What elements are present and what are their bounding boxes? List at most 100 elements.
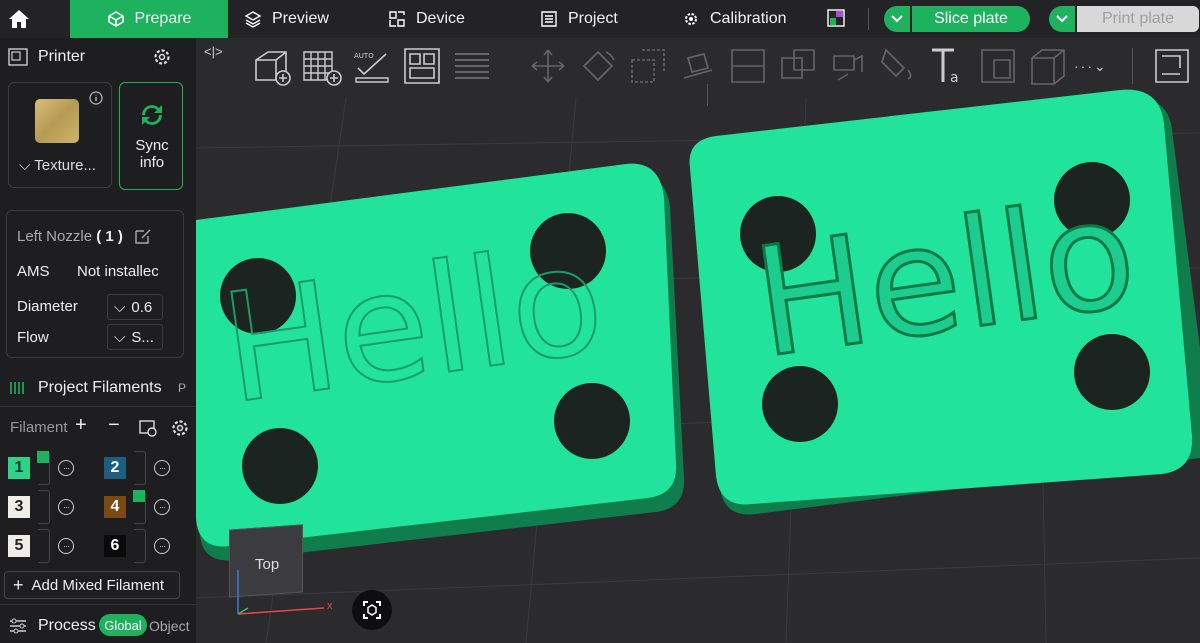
divider: [0, 406, 196, 407]
printer-title: Printer: [38, 48, 86, 65]
filament-swatch-3[interactable]: 3: [8, 496, 30, 518]
tab-label: Project: [568, 10, 618, 27]
divider: [0, 604, 196, 605]
filament-swatch-4[interactable]: 4: [104, 496, 126, 518]
tab-prepare[interactable]: Prepare: [70, 0, 228, 38]
filament-more-icon[interactable]: ···: [154, 538, 170, 554]
info-icon[interactable]: [89, 91, 103, 105]
flow-value: S...: [131, 328, 154, 346]
filament-more-icon[interactable]: ···: [58, 499, 74, 515]
settings-gear-icon[interactable]: [152, 47, 172, 67]
color-paint-icon[interactable]: [878, 46, 918, 86]
filament-icon: [10, 382, 24, 394]
tab-label: Preview: [272, 10, 329, 27]
auto-orient-icon[interactable]: AUTO: [352, 46, 392, 86]
svg-emboss-icon[interactable]: [978, 46, 1018, 86]
add-object-icon[interactable]: [252, 46, 292, 86]
filament-dropdown-5[interactable]: [38, 529, 50, 563]
sync-info-label: Sync info: [135, 137, 169, 171]
print-dropdown-button[interactable]: [1049, 6, 1075, 32]
top-menu-bar: Prepare Preview Device Project Calibrati…: [0, 0, 1200, 38]
scale-icon[interactable]: [628, 46, 668, 86]
chevron-down-icon: ⌵: [19, 157, 35, 174]
filament-dropdown-6[interactable]: [134, 529, 146, 563]
svg-text:a: a: [950, 70, 959, 86]
process-object-toggle[interactable]: Object: [149, 618, 189, 634]
slice-dropdown-button[interactable]: [884, 6, 910, 32]
tab-calibration[interactable]: Calibration: [664, 0, 804, 38]
filament-more-icon[interactable]: ···: [58, 538, 74, 554]
filament-swatch-6[interactable]: 6: [104, 535, 126, 557]
tab-label: Calibration: [710, 10, 787, 27]
filament-swatch-1[interactable]: 1: [8, 457, 30, 479]
camera-view-button[interactable]: [352, 590, 392, 630]
camera-icon: [363, 601, 381, 619]
chevron-down-icon: ⌵: [114, 298, 126, 316]
project-filaments-title: Project Filaments: [38, 379, 162, 396]
tab-preview[interactable]: Preview: [226, 0, 347, 38]
sync-info-button[interactable]: Sync info: [119, 82, 183, 190]
plate-type-text: Texture...: [34, 157, 96, 174]
diameter-value: 0.6: [131, 298, 153, 316]
filament-more-icon[interactable]: ···: [154, 460, 170, 476]
3d-viewport[interactable]: Hello Hello: [196, 38, 1200, 643]
diameter-select[interactable]: ⌵ 0.6: [107, 294, 163, 320]
split-layers-icon[interactable]: [452, 46, 492, 86]
measure-icon[interactable]: [1028, 46, 1068, 86]
filament-label: Filament: [10, 419, 68, 436]
filament-sync-icon[interactable]: [138, 418, 158, 438]
add-mixed-filament-button[interactable]: + Add Mixed Filament: [4, 571, 180, 599]
remove-filament-icon[interactable]: −: [108, 414, 120, 437]
filament-more-icon[interactable]: ···: [58, 460, 74, 476]
printer-section-header[interactable]: Printer: [0, 38, 196, 76]
main-toolbar: AUTO a ···⌄: [196, 38, 1200, 106]
filament-swatch-2[interactable]: 2: [104, 457, 126, 479]
process-global-toggle[interactable]: Global: [99, 614, 147, 636]
more-tools-icon[interactable]: ···⌄: [1074, 58, 1108, 75]
gear-icon: [685, 13, 697, 25]
add-filament-icon[interactable]: +: [75, 414, 87, 437]
flow-label: Flow: [17, 329, 49, 346]
add-plate-icon[interactable]: [302, 46, 342, 86]
lay-on-face-icon[interactable]: [678, 46, 718, 86]
move-icon[interactable]: [528, 46, 568, 86]
plate-type-selector[interactable]: ⌵ Texture...: [8, 82, 112, 188]
filament-dropdown-2[interactable]: [134, 451, 146, 485]
nozzle-label: Left Nozzle ( 1 ): [17, 228, 123, 245]
svg-text:AUTO: AUTO: [354, 52, 374, 60]
home-icon: [9, 10, 29, 28]
support-paint-icon[interactable]: [828, 46, 868, 86]
rotate-icon[interactable]: [578, 46, 618, 86]
ams-label: AMS: [17, 263, 50, 280]
plus-icon: +: [13, 574, 24, 595]
chevron-down-icon: [891, 15, 903, 23]
filament-more-icon[interactable]: ···: [154, 499, 170, 515]
edit-icon[interactable]: [134, 227, 152, 245]
build-plate-scene: Hello Hello: [196, 89, 1200, 643]
filament-settings-icon[interactable]: [170, 418, 190, 438]
plate-model-right: Hello: [689, 89, 1200, 515]
flow-select[interactable]: ⌵ S...: [107, 324, 163, 350]
tab-project[interactable]: Project: [522, 0, 636, 38]
filament-swatch-5[interactable]: 5: [8, 535, 30, 557]
multicolor-icon[interactable]: [827, 9, 845, 27]
tab-device[interactable]: Device: [370, 0, 483, 38]
assembly-view-icon[interactable]: [1152, 46, 1192, 86]
boolean-icon[interactable]: [778, 46, 818, 86]
cut-icon[interactable]: [728, 46, 768, 86]
list-icon: [541, 11, 557, 27]
print-plate-button[interactable]: Print plate: [1077, 6, 1199, 32]
arrange-icon[interactable]: [402, 46, 442, 86]
plate-model-left: Hello: [196, 163, 685, 561]
toolbar-separator: [707, 84, 708, 106]
layers-icon: [244, 11, 262, 28]
sync-icon: [142, 105, 162, 125]
filament-dropdown-3[interactable]: [38, 490, 50, 524]
left-sidebar: Printer ⌵ Texture... Sync info Left Nozz…: [0, 38, 196, 643]
home-button[interactable]: [0, 0, 38, 38]
printer-icon: [8, 48, 28, 66]
text-tool-icon[interactable]: a: [928, 46, 968, 86]
project-filaments-header[interactable]: Project Filaments P: [0, 369, 196, 407]
slice-plate-button[interactable]: Slice plate: [912, 6, 1030, 32]
ams-value: Not installec: [77, 263, 159, 280]
